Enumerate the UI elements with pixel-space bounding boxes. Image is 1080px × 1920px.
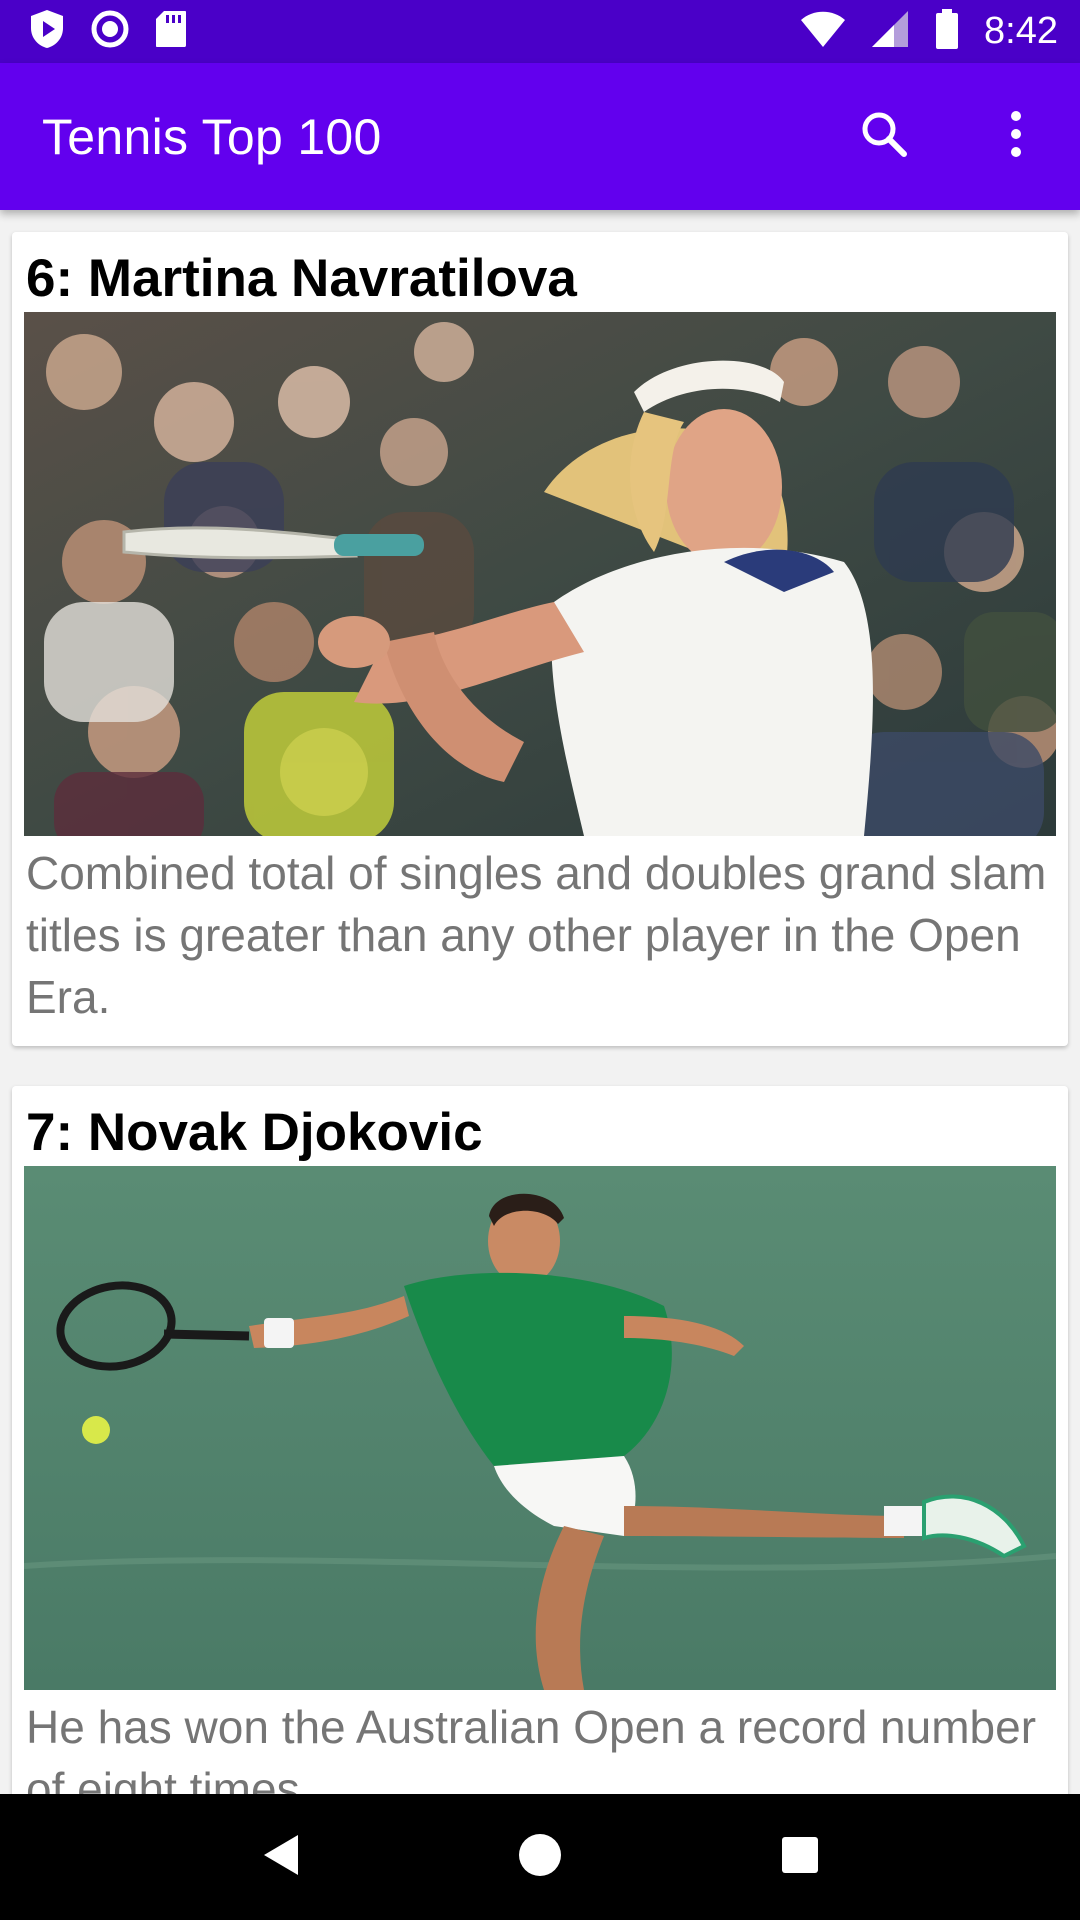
- search-button[interactable]: [848, 101, 920, 173]
- player-description: He has won the Australian Open a record …: [26, 1701, 1037, 1794]
- more-vert-icon: [1008, 110, 1024, 163]
- circle-notification-icon: [90, 9, 130, 54]
- battery-icon: [934, 8, 960, 55]
- player-photo: [24, 312, 1056, 836]
- recents-icon: [780, 1835, 820, 1880]
- player-card[interactable]: 7: Novak Djokovic He has won the Austral…: [12, 1086, 1068, 1794]
- player-card[interactable]: 6: Martina Navratilova Combined total of…: [12, 232, 1068, 1046]
- app-bar: Tennis Top 100: [0, 63, 1080, 210]
- player-title: 7: Novak Djokovic: [26, 1103, 483, 1162]
- page-title: Tennis Top 100: [42, 108, 382, 165]
- player-description: Combined total of singles and doubles gr…: [26, 847, 1047, 1023]
- signal-icon: [870, 9, 910, 54]
- status-bar: 8:42: [0, 0, 1080, 63]
- search-icon: [858, 108, 910, 165]
- wifi-icon: [800, 10, 846, 53]
- home-button[interactable]: [504, 1821, 576, 1893]
- back-icon: [258, 1831, 302, 1884]
- more-options-button[interactable]: [980, 101, 1052, 173]
- recents-button[interactable]: [764, 1821, 836, 1893]
- navigation-bar: [0, 1794, 1080, 1920]
- player-title: 6: Martina Navratilova: [26, 249, 577, 308]
- back-button[interactable]: [244, 1821, 316, 1893]
- clock: 8:42: [984, 10, 1058, 52]
- play-protect-icon: [28, 8, 66, 55]
- player-photo: [24, 1166, 1056, 1690]
- sd-card-icon: [154, 9, 188, 54]
- player-list[interactable]: 6: Martina Navratilova Combined total of…: [0, 210, 1080, 1794]
- home-icon: [517, 1832, 563, 1883]
